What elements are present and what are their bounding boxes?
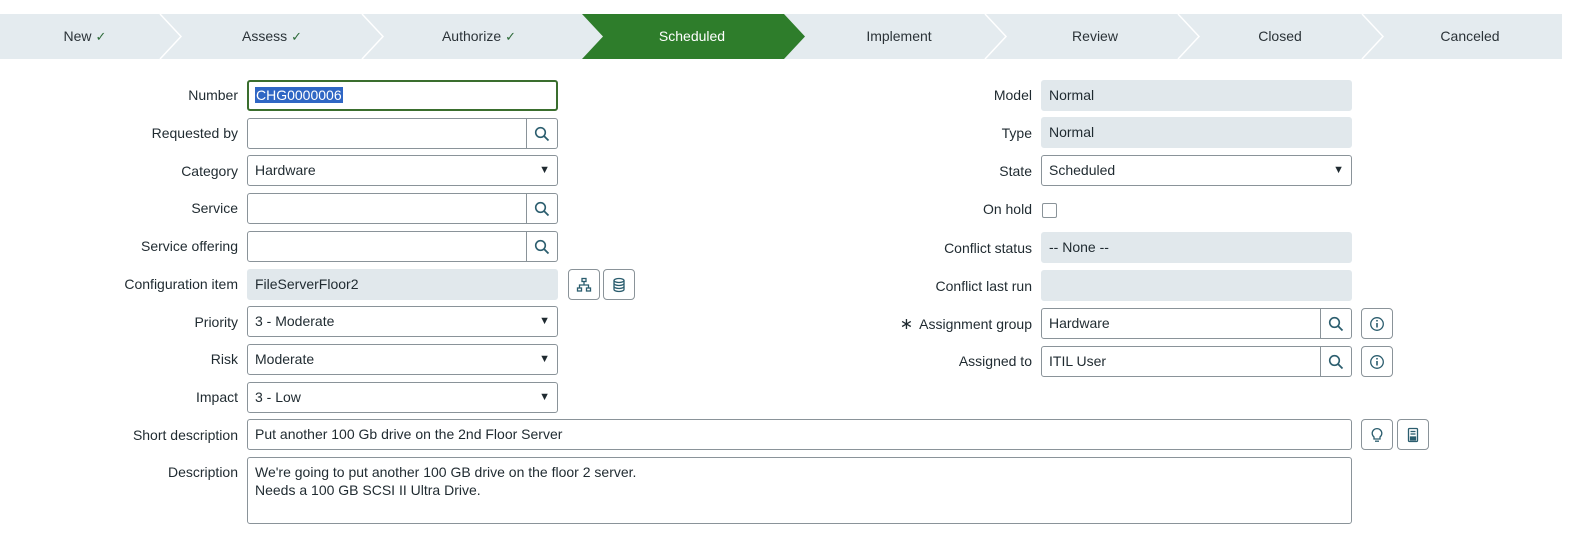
state-value: Scheduled (1049, 162, 1116, 178)
dependency-map-icon (576, 277, 592, 292)
service-offering-lookup-button[interactable] (527, 231, 558, 262)
on-hold-label: On hold (982, 201, 1032, 217)
stage-closed[interactable]: Closed (1190, 14, 1370, 59)
chevron-down-icon: ▼ (539, 353, 550, 365)
template-button[interactable] (1397, 419, 1429, 450)
stage-scheduled[interactable]: Scheduled (592, 14, 792, 59)
conflict-status-field[interactable]: -- None -- (1041, 232, 1352, 263)
impact-label: Impact (195, 389, 238, 405)
stage-authorize[interactable]: Authorize ✓ (374, 14, 584, 59)
number-value: CHG0000006 (255, 87, 343, 103)
assignment-group-label: Assignment group (919, 316, 1032, 332)
state-label: State (999, 163, 1032, 179)
risk-value: Moderate (255, 351, 315, 367)
requested-by-label: Requested by (151, 125, 238, 141)
description-textarea[interactable] (247, 457, 1352, 524)
priority-label: Priority (194, 314, 238, 330)
process-flow: New ✓ Assess ✓ Authorize ✓ Scheduled Implem… (0, 14, 1562, 59)
state-select[interactable]: Scheduled ▼ (1041, 155, 1352, 186)
stage-label: Scheduled (658, 28, 726, 44)
assigned-to-info-button[interactable] (1361, 346, 1393, 377)
short-description-field[interactable]: Put another 100 Gb drive on the 2nd Floo… (247, 419, 1352, 450)
service-field[interactable] (247, 193, 527, 224)
service-offering-label: Service offering (140, 238, 238, 254)
category-select[interactable]: Hardware ▼ (247, 155, 558, 186)
template-book-icon (1407, 427, 1419, 442)
chevron-down-icon: ▼ (539, 315, 550, 327)
info-icon (1370, 316, 1384, 331)
lightbulb-icon (1371, 427, 1383, 442)
assignment-group-info-button[interactable] (1361, 308, 1393, 339)
conflict-last-run-label: Conflict last run (935, 278, 1032, 294)
type-label: Type (1001, 125, 1032, 141)
stage-label: New (63, 28, 92, 44)
search-icon (1328, 354, 1344, 369)
stage-label: Implement (866, 28, 932, 44)
service-offering-field[interactable] (247, 231, 527, 262)
assignment-group-label-wrap: ∗ Assignment group (900, 309, 1032, 339)
requested-by-lookup-button[interactable] (527, 118, 558, 149)
priority-value: 3 - Moderate (255, 313, 335, 329)
short-description-label: Short description (132, 427, 238, 443)
stage-label: Authorize (441, 28, 502, 44)
impact-select[interactable]: 3 - Low ▼ (247, 382, 558, 413)
description-label: Description (167, 464, 238, 480)
stage-assess[interactable]: Assess ✓ (172, 14, 372, 59)
assigned-to-label: Assigned to (958, 353, 1032, 369)
conflict-status-label: Conflict status (944, 240, 1032, 256)
configuration-item-field[interactable]: FileServerFloor2 (247, 269, 558, 300)
suggestion-button[interactable] (1361, 419, 1393, 450)
type-field[interactable]: Normal (1041, 117, 1352, 148)
stage-label: Closed (1258, 28, 1302, 44)
assignment-group-lookup-button[interactable] (1321, 308, 1352, 339)
stage-review[interactable]: Review (1000, 14, 1190, 59)
check-icon: ✓ (505, 29, 517, 44)
risk-label: Risk (210, 351, 238, 367)
search-icon (534, 239, 550, 254)
info-icon (1370, 354, 1384, 369)
service-label: Service (191, 200, 238, 216)
stage-label: Review (1072, 28, 1118, 44)
requested-by-field[interactable] (247, 118, 527, 149)
search-icon (534, 126, 550, 141)
search-icon (1328, 316, 1344, 331)
service-lookup-button[interactable] (527, 193, 558, 224)
risk-select[interactable]: Moderate ▼ (247, 344, 558, 375)
number-field[interactable]: CHG0000006 (247, 80, 558, 111)
search-icon (534, 201, 550, 216)
check-icon: ✓ (291, 29, 303, 44)
assigned-to-lookup-button[interactable] (1321, 346, 1352, 377)
stage-implement[interactable]: Implement (805, 14, 993, 59)
stage-canceled[interactable]: Canceled (1378, 14, 1562, 59)
stage-label: Canceled (1440, 28, 1500, 44)
conflict-last-run-field[interactable] (1041, 270, 1352, 301)
stage-label: Assess (241, 28, 288, 44)
chevron-down-icon: ▼ (539, 164, 550, 176)
check-icon: ✓ (95, 29, 107, 44)
category-label: Category (181, 163, 238, 179)
assigned-to-field[interactable]: ITIL User (1041, 346, 1321, 377)
impact-value: 3 - Low (255, 389, 301, 405)
assignment-group-field[interactable]: Hardware (1041, 308, 1321, 339)
ci-details-button[interactable] (603, 269, 635, 300)
dependency-map-button[interactable] (568, 269, 600, 300)
chevron-down-icon: ▼ (1333, 164, 1344, 176)
required-icon: ∗ (899, 316, 914, 333)
chevron-down-icon: ▼ (539, 391, 550, 403)
on-hold-checkbox[interactable] (1042, 203, 1057, 218)
priority-select[interactable]: 3 - Moderate ▼ (247, 306, 558, 337)
number-label: Number (188, 87, 238, 103)
stage-new[interactable]: New ✓ (0, 14, 170, 59)
model-label: Model (993, 87, 1032, 103)
model-field[interactable]: Normal (1041, 80, 1352, 111)
database-icon (613, 277, 625, 292)
category-value: Hardware (255, 162, 316, 178)
configuration-item-label: Configuration item (124, 276, 238, 292)
